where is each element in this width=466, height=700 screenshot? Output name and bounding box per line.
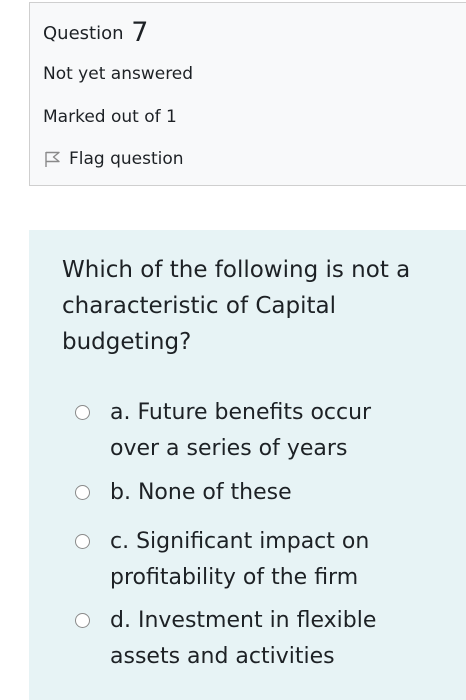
answer-text-a: Future benefits occur over a series of y… [110, 400, 372, 461]
answer-text-c: Significant impact on profitability of t… [110, 529, 370, 590]
radio-button-c[interactable] [75, 534, 90, 549]
answer-text-d: Investment in flexible assets and activi… [110, 608, 377, 669]
answer-prefix-c: c. [110, 529, 130, 554]
question-number: 7 [131, 17, 149, 48]
answer-prefix-b: b. [110, 480, 131, 505]
answer-label-d: d. Investment in flexible assets and act… [110, 603, 410, 675]
answer-text-b: None of these [137, 480, 292, 505]
answer-label-c: c. Significant impact on profitability o… [110, 524, 410, 596]
question-info-panel: Question 7 Not yet answered Marked out o… [29, 2, 466, 186]
question-label: Question [43, 23, 124, 44]
question-heading: Question 7 [43, 17, 148, 48]
question-state: Not yet answered [43, 64, 194, 84]
flag-question-link[interactable]: Flag question [43, 149, 184, 169]
radio-button-d[interactable] [75, 613, 90, 628]
question-grade: Marked out of 1 [43, 107, 177, 127]
answer-label-b: b. None of these [110, 475, 410, 511]
answer-prefix-d: d. [110, 608, 131, 633]
radio-button-a[interactable] [75, 405, 90, 420]
flag-question-label: Flag question [69, 149, 184, 169]
question-formulation: Which of the following is not a characte… [29, 230, 466, 700]
flag-icon [43, 149, 63, 169]
radio-button-b[interactable] [75, 485, 90, 500]
answer-prefix-a: a. [110, 400, 131, 425]
question-text: Which of the following is not a characte… [62, 257, 411, 355]
answer-label-a: a. Future benefits occur over a series o… [110, 395, 410, 467]
